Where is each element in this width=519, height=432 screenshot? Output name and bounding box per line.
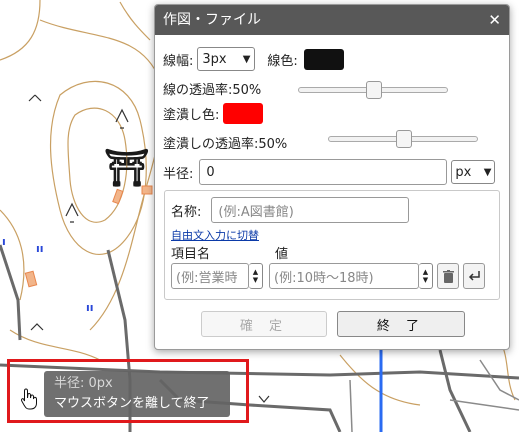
- free-input-toggle-link[interactable]: 自由文入力に切替: [171, 227, 259, 243]
- spinner-down-icon: ▼: [252, 276, 259, 284]
- chevron-down-icon: ▼: [483, 166, 492, 178]
- name-row: 名称: (例:A図書館): [171, 197, 410, 223]
- radius-unit-select[interactable]: px ▼: [451, 160, 496, 184]
- close-icon[interactable]: ✕: [488, 5, 501, 35]
- fill-opacity-label: 塗潰しの透過率:50%: [163, 137, 288, 152]
- item-value-header: 値: [275, 247, 289, 262]
- item-name-header: 項目名: [171, 247, 211, 262]
- finish-button[interactable]: 終 了: [337, 311, 465, 337]
- line-color-swatch[interactable]: [303, 48, 344, 70]
- line-opacity-row: 線の透過率:50%: [163, 79, 261, 98]
- confirm-button[interactable]: 確 定: [201, 311, 327, 337]
- item-name-input[interactable]: (例:営業時: [171, 263, 249, 289]
- fill-opacity-row: 塗潰しの透過率:50%: [163, 133, 287, 152]
- line-opacity-slider[interactable]: [298, 81, 448, 99]
- item-value-spinner[interactable]: ▲ ▼: [419, 263, 433, 289]
- radius-input[interactable]: 0: [199, 159, 448, 185]
- enter-icon: [468, 271, 480, 281]
- fill-opacity-thumb[interactable]: [396, 130, 412, 148]
- svg-text:ı: ı: [2, 235, 6, 248]
- line-color-label: 線色:: [267, 53, 298, 69]
- fill-color-label: 塗潰し色:: [163, 108, 220, 123]
- radius-label: 半径:: [163, 166, 194, 182]
- trash-icon: [442, 269, 454, 283]
- spinner-up-icon: ▲: [252, 268, 259, 276]
- dialog-title: 作図・ファイル: [163, 12, 261, 28]
- svg-text:ıı: ıı: [36, 242, 44, 255]
- line-opacity-thumb[interactable]: [366, 81, 382, 99]
- item-name-spinner[interactable]: ▲ ▼: [249, 263, 263, 289]
- line-opacity-label: 線の透過率:50%: [163, 83, 262, 98]
- dialog-titlebar[interactable]: 作図・ファイル ✕: [155, 5, 509, 35]
- fill-color-row: 塗潰し色:: [163, 103, 264, 124]
- fill-color-swatch[interactable]: [223, 103, 264, 124]
- fill-opacity-slider[interactable]: [328, 130, 478, 148]
- svg-text:ıı: ıı: [86, 301, 94, 314]
- item-header-row: 項目名 値: [171, 243, 288, 262]
- free-input-row: 自由文入力に切替: [171, 227, 259, 243]
- item-value-input[interactable]: (例:10時～18時): [269, 263, 419, 289]
- name-input[interactable]: (例:A図書館): [211, 197, 410, 223]
- radius-row: 半径: 0 px ▼: [163, 159, 496, 185]
- spinner-up-icon: ▲: [422, 268, 429, 276]
- line-width-label: 線幅:: [163, 53, 194, 69]
- draw-file-dialog: 作図・ファイル ✕ 線幅: 3px ▼ 線色: 線の透過率:50% 塗潰し色: 塗…: [154, 4, 510, 350]
- line-width-value: 3px: [202, 51, 227, 67]
- add-row-button[interactable]: [463, 263, 485, 289]
- spinner-down-icon: ▼: [422, 276, 429, 284]
- delete-row-button[interactable]: [437, 263, 459, 289]
- line-width-select[interactable]: 3px ▼: [197, 47, 256, 71]
- line-style-row: 線幅: 3px ▼ 線色:: [163, 47, 344, 71]
- chevron-down-icon: ▼: [242, 53, 251, 65]
- radius-unit-value: px: [455, 164, 472, 180]
- properties-panel: 名称: (例:A図書館) 自由文入力に切替 項目名 値 (例:営業時 ▲ ▼ (例…: [164, 190, 500, 300]
- shrine-icon: ⛩: [104, 148, 150, 189]
- item-input-row: (例:営業時 ▲ ▼ (例:10時～18時) ▲ ▼: [171, 263, 485, 289]
- highlight-box: [7, 359, 249, 423]
- name-label: 名称:: [171, 204, 202, 220]
